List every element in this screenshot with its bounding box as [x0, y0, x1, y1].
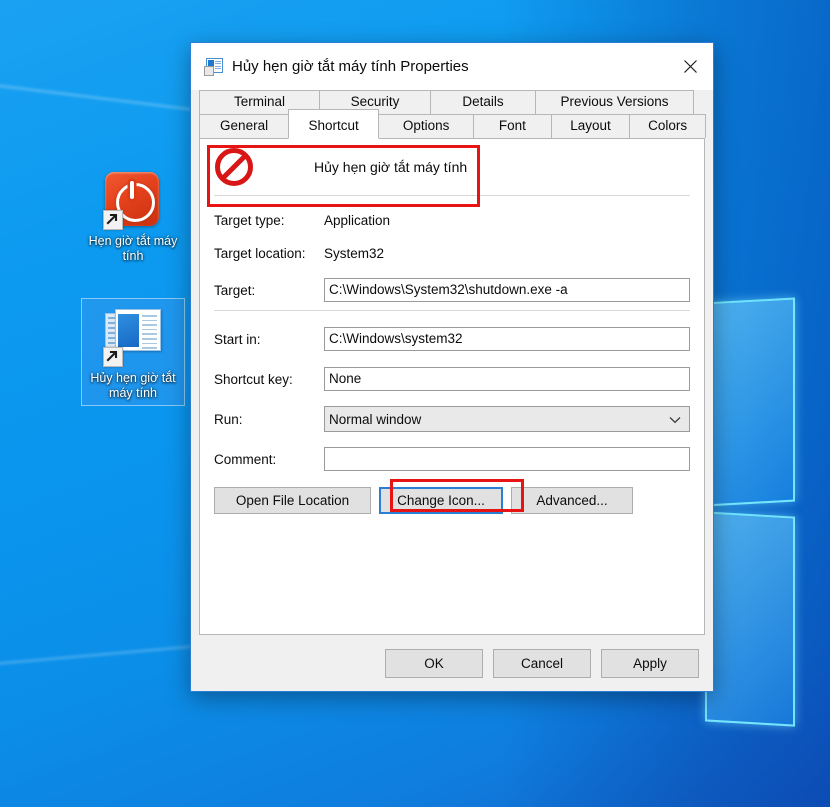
- desktop-icon-label: Hủy hẹn giờ tắt máy tính: [90, 371, 176, 400]
- desktop-icon-huy-hen-gio-tat-may-tinh[interactable]: Hủy hẹn giờ tắt máy tính: [81, 298, 185, 406]
- chevron-down-icon: [669, 412, 681, 427]
- close-icon[interactable]: [667, 43, 713, 90]
- tab-font[interactable]: Font: [473, 114, 552, 138]
- tab-shortcut[interactable]: Shortcut: [288, 109, 380, 139]
- target-input[interactable]: [324, 278, 690, 302]
- field-label-start-in: Start in:: [214, 331, 261, 347]
- run-dropdown-value: Normal window: [329, 411, 422, 427]
- window-doc-text-lines: [142, 315, 157, 352]
- tab-general[interactable]: General: [199, 114, 290, 138]
- power-button-icon: [103, 172, 161, 230]
- field-target-location: Target location: System32: [200, 237, 704, 270]
- window-document-icon: [103, 309, 161, 367]
- cancel-button[interactable]: Cancel: [493, 648, 591, 678]
- tab-layout[interactable]: Layout: [550, 114, 631, 138]
- comment-input[interactable]: [324, 447, 690, 471]
- shortcut-arrow-icon: [103, 347, 123, 367]
- tab-options[interactable]: Options: [378, 114, 475, 138]
- open-file-location-button[interactable]: Open File Location: [214, 487, 371, 514]
- field-value-target-type: Application: [324, 213, 391, 228]
- power-bar: [130, 181, 134, 199]
- field-comment: Comment:: [200, 439, 704, 479]
- desktop-icon-label: Hẹn giờ tắt máy tính: [88, 234, 178, 263]
- advanced-button[interactable]: Advanced...: [511, 487, 633, 514]
- desktop: Hẹn giờ tắt máy tính Hủy hẹn giờ tắt máy…: [0, 0, 830, 807]
- shortcut-name-label: Hủy hẹn giờ tắt máy tính: [314, 159, 468, 175]
- tab-colors[interactable]: Colors: [629, 114, 707, 138]
- tab-details[interactable]: Details: [430, 90, 536, 114]
- desktop-icon-hen-gio-tat-may-tinh[interactable]: Hẹn giờ tắt máy tính: [81, 172, 185, 264]
- apply-button[interactable]: Apply: [601, 648, 699, 678]
- field-label-run: Run:: [214, 411, 243, 427]
- windows-logo-wallpaper: [705, 297, 830, 727]
- field-label-target-type: Target type:: [214, 213, 285, 228]
- no-entry-icon: [214, 147, 254, 187]
- field-value-target-location: System32: [324, 246, 385, 261]
- change-icon-button[interactable]: Change Icon...: [379, 487, 503, 514]
- field-target: Target:: [200, 270, 704, 310]
- dialog-footer: OK Cancel Apply: [191, 635, 713, 691]
- field-shortcut-key: Shortcut key:: [200, 359, 704, 399]
- dialog-titlebar: Hủy hẹn giờ tắt máy tính Properties: [191, 43, 713, 90]
- shortcut-tab-panel: Hủy hẹn giờ tắt máy tính Target type: Ap…: [199, 138, 705, 635]
- tab-row-upper: Terminal Security Details Previous Versi…: [199, 90, 705, 114]
- shortcut-header: Hủy hẹn giờ tắt máy tính: [200, 139, 704, 195]
- field-start-in: Start in:: [200, 319, 704, 359]
- field-label-comment: Comment:: [214, 451, 277, 467]
- shortcut-arrow-icon: [103, 210, 123, 230]
- shortcut-key-input[interactable]: [324, 367, 690, 391]
- start-in-input[interactable]: [324, 327, 690, 351]
- shortcut-action-buttons: Open File Location Change Icon... Advanc…: [200, 479, 704, 514]
- titlebar-shortcut-badge: [204, 65, 214, 76]
- field-label-target-location: Target location:: [214, 246, 306, 261]
- ok-button[interactable]: OK: [385, 648, 483, 678]
- field-run: Run: Normal window: [200, 399, 704, 439]
- windows-logo-pane-top: [705, 297, 795, 507]
- windows-logo-pane-bottom: [705, 511, 795, 727]
- dialog-title: Hủy hẹn giờ tắt máy tính Properties: [232, 58, 469, 75]
- titlebar-window-lines: [215, 60, 221, 71]
- field-label-shortcut-key: Shortcut key:: [214, 371, 293, 387]
- dialog-tabstrip: Terminal Security Details Previous Versi…: [191, 90, 713, 139]
- window-doc-body: [115, 309, 161, 351]
- field-label-target: Target:: [214, 282, 256, 298]
- run-dropdown[interactable]: Normal window: [324, 406, 690, 432]
- tab-row-lower: General Shortcut Options Font Layout Col…: [199, 109, 707, 139]
- field-target-type: Target type: Application: [200, 204, 704, 237]
- window-doc-blue-panel: [118, 314, 139, 347]
- properties-dialog: Hủy hẹn giờ tắt máy tính Properties Term…: [190, 42, 714, 692]
- tab-previous-versions[interactable]: Previous Versions: [535, 90, 694, 114]
- shortcut-window-icon: [204, 57, 223, 76]
